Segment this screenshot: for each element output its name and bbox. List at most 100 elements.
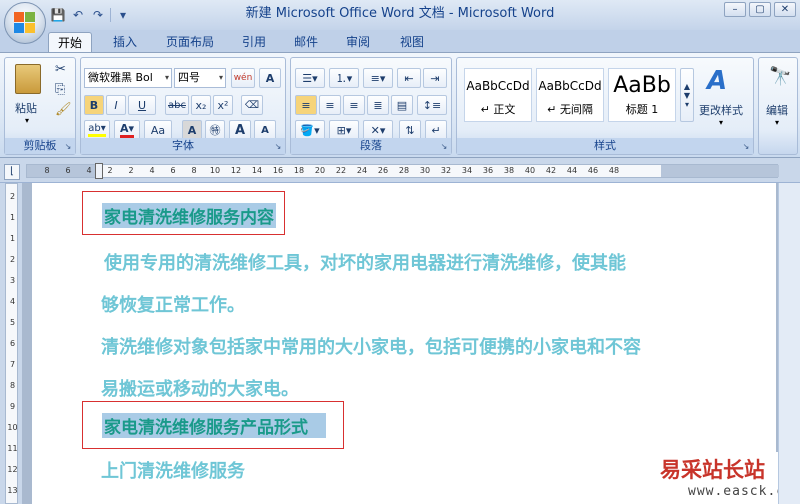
font-launcher-icon[interactable]: ↘ (273, 142, 283, 152)
paragraph-3-line-1[interactable]: 上门清洗维修服务 (101, 457, 245, 483)
horizontal-ruler[interactable]: 8 6 4 2 2 4 6 8 10 12 14 16 18 20 22 24 26 28 30 32 34 36 38 40… (26, 163, 779, 179)
paste-icon[interactable] (15, 64, 41, 94)
shrink-font-button[interactable]: A (254, 120, 276, 140)
minimize-button[interactable]: – (724, 2, 746, 17)
format-painter-icon[interactable]: 🖌 (55, 102, 72, 117)
tab-selector-button[interactable]: ⌊ (4, 164, 20, 180)
binoculars-icon[interactable]: 🔭 (769, 66, 791, 87)
styles-down-icon[interactable]: ▼ (684, 91, 690, 100)
close-button[interactable]: ✕ (774, 2, 796, 17)
font-size-combo[interactable]: 四号 ▾ (174, 68, 226, 88)
styles-more-icon[interactable]: ▾ (685, 100, 689, 109)
increase-indent-button[interactable]: ⇥ (423, 68, 447, 88)
distributed-button[interactable]: ▤ (391, 95, 413, 115)
ruler-tick-label: 30 (419, 166, 431, 175)
numbering-button[interactable]: ⒈▾ (329, 68, 359, 88)
tab-home[interactable]: 开始 (48, 32, 92, 52)
paragraph-1-line-2[interactable]: 够恢复正常工作。 (101, 291, 245, 317)
paragraph-2-line-2[interactable]: 易搬运或移动的大家电。 (101, 375, 299, 401)
chinese-layout-button[interactable]: ✕▾ (363, 120, 393, 140)
font-name-dropdown-icon[interactable]: ▾ (165, 69, 169, 87)
line-spacing-button[interactable]: ↕≡ (417, 95, 447, 115)
ruler-tick-label: 4 (149, 166, 155, 175)
paragraph-launcher-icon[interactable]: ↘ (439, 142, 449, 152)
font-size-value: 四号 (178, 71, 200, 84)
redo-icon[interactable]: ↷ (90, 7, 106, 23)
underline-button[interactable]: U (128, 95, 156, 115)
copy-icon[interactable]: ⎘ (55, 82, 65, 97)
office-logo-icon (14, 12, 36, 34)
phonetic-guide-button[interactable]: wén (231, 68, 255, 88)
ruler-tick-label: 12 (230, 166, 242, 175)
grow-font-button[interactable]: A (229, 120, 251, 140)
character-shading-button[interactable]: A (182, 120, 202, 140)
change-styles-dropdown-icon[interactable]: ▾ (719, 118, 723, 127)
align-right-button[interactable]: ≡ (343, 95, 365, 115)
paragraph-2-line-1[interactable]: 清洗维修对象包括家中常用的大小家电，包括可便携的小家电和不容 (101, 333, 641, 359)
tab-view[interactable]: 视图 (390, 32, 434, 52)
paste-dropdown-icon[interactable]: ▾ (25, 116, 29, 125)
highlight-color-button[interactable]: ab▾ (84, 120, 110, 140)
editing-dropdown-icon[interactable]: ▾ (775, 118, 779, 127)
vertical-scrollbar[interactable] (778, 183, 800, 504)
font-name-value: 微软雅黑 Bol (88, 71, 153, 84)
indent-marker-icon[interactable] (95, 163, 103, 179)
styles-launcher-icon[interactable]: ↘ (741, 142, 751, 152)
strikethrough-button[interactable]: abc (165, 95, 189, 115)
multilevel-list-button[interactable]: ≡▾ (363, 68, 393, 88)
vertical-ruler[interactable]: 2 1 1 2 3 4 5 6 7 8 9 10 11 12 13 (5, 183, 18, 504)
change-case-button[interactable]: Aa (144, 120, 172, 140)
vertical-ruler-tick-label: 4 (9, 297, 16, 306)
font-name-combo[interactable]: 微软雅黑 Bol ▾ (84, 68, 172, 88)
sort-button[interactable]: ⇅ (399, 120, 421, 140)
borders-button[interactable]: ⊞▾ (329, 120, 359, 140)
enclose-characters-button[interactable]: ㊕ (205, 120, 225, 140)
italic-button[interactable]: I (106, 95, 126, 115)
ruler-tick-label: 28 (398, 166, 410, 175)
bullets-button[interactable]: ☰▾ (295, 68, 325, 88)
restore-button[interactable]: ▢ (749, 2, 771, 17)
styles-scroll[interactable]: ▲ ▼ ▾ (680, 68, 694, 122)
font-size-dropdown-icon[interactable]: ▾ (219, 69, 223, 87)
tab-references[interactable]: 引用 (234, 32, 274, 52)
clear-formatting-button[interactable]: ⌫ (241, 95, 263, 115)
change-styles-label[interactable]: 更改样式 (699, 102, 743, 118)
align-center-button[interactable]: ≡ (319, 95, 341, 115)
font-color-button[interactable]: A▾ (114, 120, 140, 140)
ruler-tick-label: 42 (545, 166, 557, 175)
tab-review[interactable]: 审阅 (338, 32, 378, 52)
show-marks-button[interactable]: ↵ (425, 120, 447, 140)
heading-1[interactable]: 家电清洗维修服务内容 (102, 203, 276, 228)
clipboard-launcher-icon[interactable]: ↘ (63, 142, 73, 152)
tab-page-layout[interactable]: 页面布局 (158, 32, 222, 52)
save-icon[interactable]: 💾 (50, 7, 66, 23)
decrease-indent-button[interactable]: ⇤ (397, 68, 421, 88)
superscript-button[interactable]: x² (213, 95, 233, 115)
styles-up-icon[interactable]: ▲ (684, 82, 690, 91)
paragraph-group-label: 段落 (291, 138, 451, 154)
ruler-tick-label: 46 (587, 166, 599, 175)
change-styles-icon[interactable]: A (707, 66, 727, 96)
style-no-spacing[interactable]: AaBbCcDd ↵ 无间隔 (536, 68, 604, 122)
cut-icon[interactable]: ✂ (55, 62, 66, 77)
ruler-right-margin (661, 165, 779, 177)
tab-insert[interactable]: 插入 (104, 32, 146, 52)
tab-mailings[interactable]: 邮件 (286, 32, 326, 52)
style-heading1[interactable]: AaBb 标题 1 (608, 68, 676, 122)
paragraph-1-line-1[interactable]: 使用专用的清洗维修工具，对坏的家用电器进行清洗维修，使其能 (104, 249, 626, 275)
undo-icon[interactable]: ↶ (70, 7, 86, 23)
character-border-button[interactable]: A (259, 68, 281, 88)
style-normal[interactable]: AaBbCcDd ↵ 正文 (464, 68, 532, 122)
align-left-button[interactable]: ≡ (295, 95, 317, 115)
ruler-tick-label: 22 (335, 166, 347, 175)
vertical-ruler-bar: 2 1 1 2 3 4 5 6 7 8 9 10 11 12 13 (0, 183, 22, 504)
bold-button[interactable]: B (84, 95, 104, 115)
customize-qat-icon[interactable]: ▾ (115, 7, 131, 23)
subscript-button[interactable]: x₂ (191, 95, 211, 115)
editing-button-label[interactable]: 编辑 (766, 102, 788, 118)
shading-button[interactable]: 🪣▾ (295, 120, 325, 140)
heading-2[interactable]: 家电清洗维修服务产品形式 (102, 413, 326, 438)
office-button[interactable] (4, 2, 46, 44)
paste-button-label[interactable]: 粘贴 (15, 100, 37, 116)
justify-button[interactable]: ≣ (367, 95, 389, 115)
